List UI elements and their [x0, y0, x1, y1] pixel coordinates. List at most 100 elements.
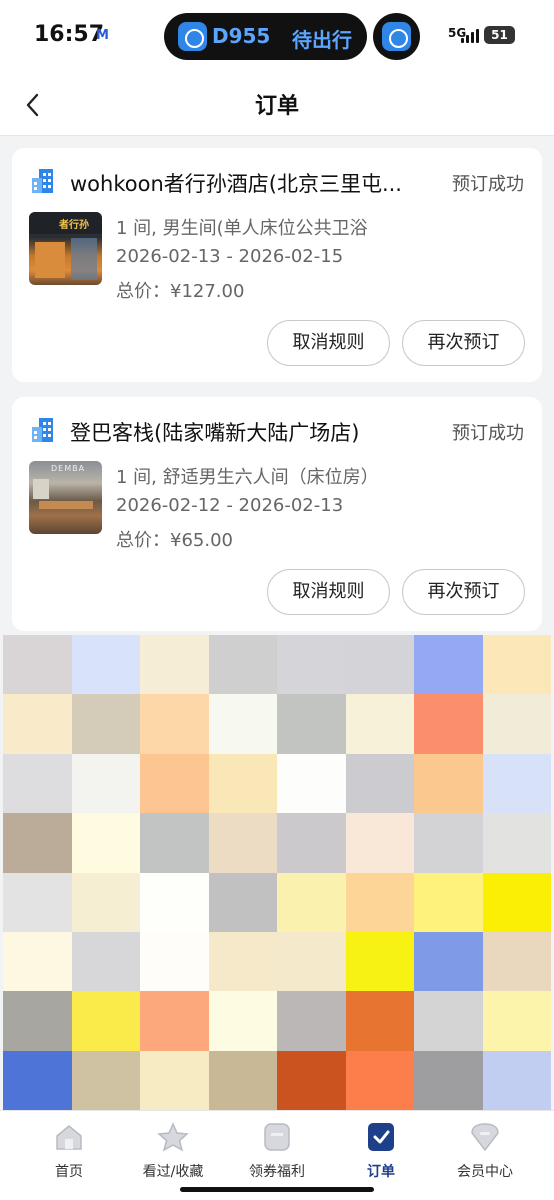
mosaic-cell [482, 931, 551, 992]
mosaic-cell [482, 991, 551, 1051]
nav-bar: 订单 [0, 74, 554, 136]
coupon-icon [264, 1123, 290, 1151]
rebook-button[interactable]: 再次预订 [402, 569, 525, 615]
mosaic-cell [414, 753, 483, 814]
tab-home[interactable]: 首页 [14, 1119, 124, 1185]
status-bar: 16:57 M D955 待出行 5G 51 [0, 0, 554, 74]
mosaic-cell [140, 931, 209, 992]
mosaic-cell [345, 991, 414, 1051]
mosaic-cell [140, 872, 209, 932]
total-price: 总价：¥127.00 [116, 281, 245, 302]
total-price: 总价：¥65.00 [116, 530, 233, 551]
mosaic-cell [482, 872, 551, 932]
tab-bar: 首页 看过/收藏 领券福利 订单 会员中心 [0, 1110, 554, 1200]
mosaic-cell [208, 813, 277, 873]
mosaic-cell [3, 1050, 72, 1110]
mosaic-cell [414, 813, 483, 873]
mosaic-cell [277, 991, 346, 1051]
mosaic-cell [277, 635, 346, 695]
home-indicator[interactable] [180, 1187, 374, 1192]
date-range: 2026-02-13 - 2026-02-15 [116, 246, 344, 267]
order-card[interactable]: wohkoon者行孙酒店(北京三里屯... 预订成功 者行孙 1 间, 男生间(… [12, 148, 542, 382]
hotel-thumbnail[interactable]: 者行孙 [29, 212, 102, 285]
tab-label: 首页 [55, 1164, 83, 1180]
mosaic-cell [277, 1050, 346, 1110]
hotel-thumbnail[interactable]: DEMBA [29, 461, 102, 534]
date-range: 2026-02-12 - 2026-02-13 [116, 495, 344, 516]
mosaic-cell [482, 1050, 551, 1110]
mosaic-cell [140, 991, 209, 1051]
mosaic-cell [345, 753, 414, 814]
mosaic-cell [71, 694, 140, 754]
mosaic-cell [208, 1050, 277, 1110]
live-activity-compact[interactable] [373, 13, 420, 60]
mosaic-cell [140, 1050, 209, 1110]
order-card[interactable]: 登巴客栈(陆家嘴新大陆广场店) 预订成功 DEMBA 1 间, 舒适男生六人间（… [12, 397, 542, 631]
tab-label: 领券福利 [249, 1164, 305, 1180]
member-icon [471, 1123, 499, 1152]
pixelated-banner[interactable] [3, 635, 551, 1110]
mosaic-cell [482, 813, 551, 873]
cancel-rules-button[interactable]: 取消规则 [267, 569, 390, 615]
room-info: 1 间, 男生间(单人床位公共卫浴 [116, 218, 368, 239]
mosaic-cell [277, 694, 346, 754]
rebook-button[interactable]: 再次预订 [402, 320, 525, 366]
mosaic-cell [277, 813, 346, 873]
mosaic-cell [3, 753, 72, 814]
mosaic-cell [414, 991, 483, 1051]
mosaic-cell [3, 635, 72, 695]
hotel-name[interactable]: wohkoon者行孙酒店(北京三里屯... [70, 168, 445, 198]
signal-icon [461, 27, 479, 43]
tab-orders[interactable]: 订单 [326, 1119, 436, 1185]
mosaic-cell [208, 753, 277, 814]
mosaic-cell [140, 694, 209, 754]
mosaic-cell [71, 813, 140, 873]
cancel-rules-button[interactable]: 取消规则 [267, 320, 390, 366]
mosaic-cell [414, 872, 483, 932]
thumbnail-sign: DEMBA [51, 464, 86, 473]
hotel-name[interactable]: 登巴客栈(陆家嘴新大陆广场店) [70, 417, 445, 447]
mosaic-cell [71, 753, 140, 814]
live-activity-pill[interactable]: D955 待出行 [164, 13, 367, 60]
mosaic-cell [140, 753, 209, 814]
mosaic-cell [208, 872, 277, 932]
mosaic-cell [345, 872, 414, 932]
tab-member[interactable]: 会员中心 [430, 1119, 540, 1185]
mosaic-cell [482, 635, 551, 695]
mosaic-cell [71, 991, 140, 1051]
mosaic-cell [71, 872, 140, 932]
mosaic-cell [3, 991, 72, 1051]
mosaic-cell [414, 931, 483, 992]
mosaic-cell [345, 694, 414, 754]
mosaic-cell [277, 931, 346, 992]
mosaic-cell [414, 1050, 483, 1110]
mosaic-cell [345, 635, 414, 695]
star-icon [157, 1122, 189, 1152]
mosaic-cell [3, 694, 72, 754]
home-icon [56, 1125, 82, 1150]
mosaic-cell [345, 931, 414, 992]
tab-coupons[interactable]: 领券福利 [222, 1119, 332, 1185]
tab-label: 看过/收藏 [142, 1164, 204, 1180]
carrier-badge: M [96, 28, 109, 43]
thumbnail-sign: 者行孙 [59, 220, 89, 231]
battery-icon: 51 [484, 26, 515, 44]
room-info: 1 间, 舒适男生六人间（床位房） [116, 467, 379, 488]
mosaic-cell [414, 694, 483, 754]
mosaic-cell [345, 1050, 414, 1110]
page-title: 订单 [254, 94, 299, 119]
mosaic-cell [71, 635, 140, 695]
mosaic-cell [3, 931, 72, 992]
status-time: 16:57 [34, 22, 105, 47]
mosaic-cell [482, 753, 551, 814]
mosaic-cell [71, 931, 140, 992]
hotel-building-icon [32, 418, 53, 442]
mosaic-cell [277, 753, 346, 814]
tab-label: 会员中心 [457, 1164, 513, 1180]
railway-app-icon [382, 22, 411, 51]
mosaic-cell [140, 635, 209, 695]
mosaic-cell [345, 813, 414, 873]
mosaic-cell [71, 1050, 140, 1110]
hotel-building-icon [32, 169, 53, 193]
tab-favorites[interactable]: 看过/收藏 [118, 1119, 228, 1185]
